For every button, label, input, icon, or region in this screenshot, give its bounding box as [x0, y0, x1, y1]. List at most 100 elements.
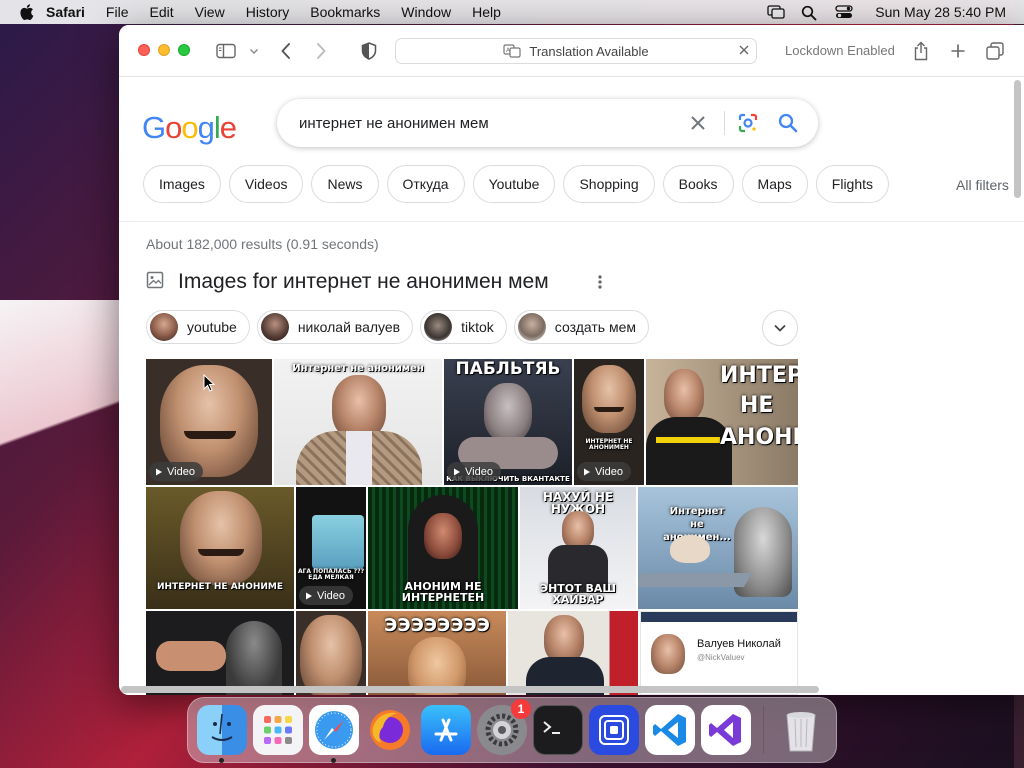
image-caption: ИНТЕРНЕТ НЕ АНОНИМЕ [156, 582, 284, 592]
vertical-scrollbar[interactable] [1014, 80, 1021, 198]
chip-thumbnail [424, 313, 453, 341]
more-options-icon[interactable] [597, 274, 603, 295]
logo-letter: o [181, 110, 198, 145]
horizontal-scrollbar[interactable] [121, 686, 819, 693]
image-icon [146, 271, 164, 294]
menubar-clock[interactable]: Sun May 28 5:40 PM [875, 4, 1006, 20]
menu-window[interactable]: Window [401, 4, 451, 20]
filter-chip-videos[interactable]: Videos [228, 165, 304, 203]
terminal-icon[interactable] [533, 705, 583, 755]
search-input[interactable]: интернет не анонимен мем [299, 115, 489, 132]
image-result[interactable]: НАХУЙ НЕ НУЖОН ЭНТОТ ВАШ ХАЙВАР [520, 487, 636, 609]
hooded-face-image [424, 513, 462, 559]
image-caption: АНОНИ [720, 425, 798, 450]
new-tab-plus-icon[interactable] [948, 40, 968, 62]
related-chip-valuev[interactable]: николай валуев [256, 310, 414, 344]
finder-icon[interactable] [197, 705, 247, 763]
menu-file[interactable]: File [106, 4, 129, 20]
chevron-down-icon[interactable] [247, 40, 261, 62]
filter-chip-shopping[interactable]: Shopping [563, 165, 655, 203]
menu-bookmarks[interactable]: Bookmarks [310, 4, 380, 20]
close-icon[interactable] [738, 44, 750, 59]
man-face-image [544, 615, 584, 663]
mustache-shape [594, 407, 624, 412]
arm-shape [156, 641, 226, 671]
logo-letter: e [219, 110, 237, 145]
google-logo[interactable]: Google [142, 110, 237, 146]
menu-bar: Safari File Edit View History Bookmarks … [0, 0, 1024, 24]
google-lens-icon[interactable] [737, 112, 759, 139]
image-result[interactable] [296, 611, 366, 695]
zoom-window-button[interactable] [178, 44, 190, 56]
search-box[interactable]: интернет не анонимен мем [277, 99, 818, 147]
share-icon[interactable] [911, 40, 931, 62]
menu-view[interactable]: View [195, 4, 225, 20]
image-result[interactable]: АНОНИМ НЕ ИНТЕРНЕТЕН [368, 487, 518, 609]
filter-chip-otkuda[interactable]: Откуда [386, 165, 465, 203]
image-result[interactable]: ИНТЕРНЕТ НЕ АНОНИМЕ [146, 487, 294, 609]
image-result[interactable]: ИНТЕРНЕТ НЕ АНОНИМЕН Video [574, 359, 644, 485]
image-result[interactable]: Интернет не анонимен [274, 359, 442, 485]
filter-chip-flights[interactable]: Flights [815, 165, 890, 203]
image-result[interactable]: ИНТЕРН НЕ АНОНИ [646, 359, 798, 485]
trash-icon[interactable] [776, 705, 826, 755]
screen-mirroring-icon[interactable] [767, 5, 785, 19]
system-settings-icon[interactable]: 1 [477, 699, 531, 755]
app-store-icon[interactable] [421, 705, 471, 755]
safari-icon[interactable] [309, 705, 359, 763]
images-section-header: Images for интернет не анонимен мем [146, 270, 549, 294]
spotlight-search-icon[interactable] [801, 5, 819, 21]
all-filters-button[interactable]: All filters [956, 177, 1009, 193]
translate-icon[interactable]: A [503, 44, 521, 58]
image-results-grid: Video Интернет не анонимен ПАБЛЬТЯЬ КАК … [146, 359, 798, 695]
logo-letter: o [165, 110, 182, 145]
related-search-chips: youtube николай валуев tiktok создать ме… [146, 310, 649, 344]
address-bar[interactable]: A Translation Available [395, 38, 757, 64]
mouse-cursor-icon [203, 374, 215, 392]
filter-chip-maps[interactable]: Maps [741, 165, 808, 203]
image-result[interactable]: Валуев Николай @NickValuev [640, 611, 798, 695]
firefox-icon[interactable] [365, 705, 415, 755]
image-result[interactable]: Интернет не анонимен... [638, 487, 798, 609]
tab-overview-icon[interactable] [985, 40, 1005, 62]
images-section-title[interactable]: Images for интернет не анонимен мем [178, 270, 549, 294]
search-icon[interactable] [777, 112, 799, 139]
video-badge: Video [577, 462, 631, 481]
simulator-icon[interactable] [589, 705, 639, 755]
image-result[interactable]: ЭЭЭЭЭЭЭЭ [368, 611, 506, 695]
clear-search-icon[interactable] [688, 113, 708, 138]
header-divider [119, 221, 1024, 222]
related-chip-tiktok[interactable]: tiktok [420, 310, 507, 344]
launchpad-icon[interactable] [253, 705, 303, 755]
menu-app-name[interactable]: Safari [46, 4, 85, 20]
close-window-button[interactable] [138, 44, 150, 56]
filter-chip-youtube[interactable]: Youtube [472, 165, 556, 203]
image-result[interactable]: АГА ПОПАЛАСЬ ??? ЕДА МЕЛКАЯ Video [296, 487, 366, 609]
image-result[interactable]: ПАБЛЬТЯЬ КАК ВЫКЛЮЧИТЬ ВКАНТАКТЕ Video [444, 359, 572, 485]
menu-help[interactable]: Help [472, 4, 501, 20]
filter-chip-news[interactable]: News [311, 165, 379, 203]
expand-related-button[interactable] [762, 310, 798, 346]
menu-history[interactable]: History [246, 4, 290, 20]
control-center-icon[interactable] [835, 5, 853, 19]
vscode-icon[interactable] [645, 705, 695, 755]
filter-chip-books[interactable]: Books [662, 165, 734, 203]
image-caption: НЕ [740, 393, 774, 418]
image-result[interactable] [508, 611, 638, 695]
menu-edit[interactable]: Edit [149, 4, 173, 20]
image-result[interactable] [146, 611, 294, 695]
related-chip-youtube[interactable]: youtube [146, 310, 250, 344]
profile-handle: @NickValuev [697, 653, 745, 662]
video-badge: Video [299, 586, 353, 605]
running-indicator [219, 758, 224, 763]
filter-chip-images[interactable]: Images [143, 165, 221, 203]
related-chip-create-meme[interactable]: создать мем [513, 310, 649, 344]
privacy-shield-icon[interactable] [359, 40, 379, 62]
man-face-image [562, 511, 594, 549]
back-arrow-icon[interactable] [277, 40, 295, 62]
forward-arrow-icon[interactable] [312, 40, 330, 62]
minimize-window-button[interactable] [158, 44, 170, 56]
sidebar-icon[interactable] [215, 40, 237, 62]
apple-icon[interactable] [20, 4, 34, 20]
visual-studio-icon[interactable] [701, 705, 751, 755]
